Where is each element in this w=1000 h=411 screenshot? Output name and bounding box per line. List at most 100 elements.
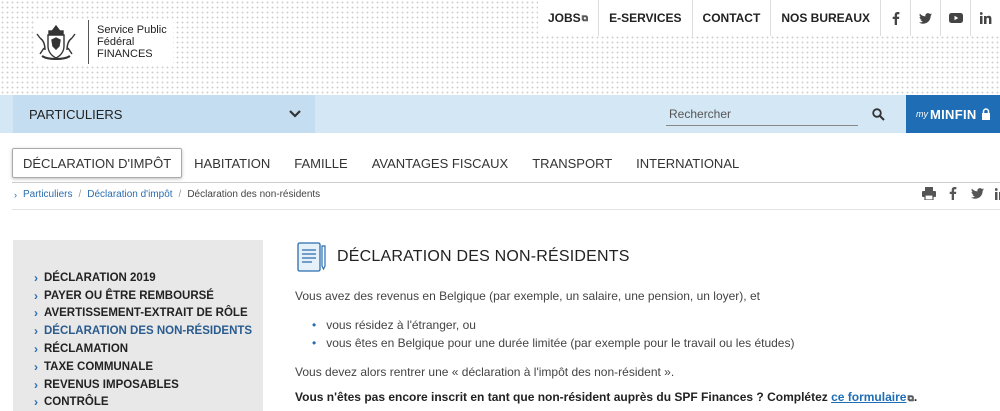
tab-label: AVANTAGES FISCAUX [371,155,509,171]
site-header: Service Public Fédéral FINANCES JOBS ⧉ E… [0,0,1000,95]
breadcrumb: › Particuliers / Déclaration d'impôt / D… [14,189,320,200]
topnav-label: JOBS [547,11,581,25]
breadcrumb-link-declaration[interactable]: Déclaration d'impôt [87,189,172,200]
logo-line: FINANCES [97,48,153,60]
chevron-right-icon: › [34,359,38,374]
myminfin-prefix: my [916,109,928,119]
list-item: • vous êtes en Belgique pour une durée li… [312,334,794,352]
belgian-crest-icon [36,24,76,60]
sidebar-item-controle[interactable]: › CONTRÔLE [13,394,263,411]
myminfin-button[interactable]: my MINFIN [906,95,1000,133]
chevron-right-icon: › [34,270,38,285]
list-item: • vous résidez à l'étranger, ou [312,316,794,334]
sidebar-item-non-residents[interactable]: › DÉCLARATION DES NON-RÉSIDENTS [13,322,263,340]
youtube-icon[interactable] [940,0,970,36]
chevron-right-icon: › [34,306,38,321]
sidebar-item-label: CONTRÔLE [44,396,109,409]
tab-label: TRANSPORT [532,155,613,171]
topnav-contact[interactable]: CONTACT [691,0,771,36]
spf-finances-logo[interactable]: Service Public Fédéral FINANCES [34,20,173,64]
sidebar-item-label: RÉCLAMATION [44,343,129,356]
search-icon[interactable] [872,108,885,126]
sidebar-item-label: DÉCLARATION 2019 [44,271,156,284]
form-link[interactable]: ce formulaire [831,390,906,404]
registration-callout: Vous n'êtes pas encore inscrit en tant q… [295,390,917,404]
callout-end: . [913,390,918,404]
page-heading: DÉCLARATION DES NON-RÉSIDENTS [337,248,630,265]
facebook-share-icon[interactable] [941,187,965,200]
topnav-nos-bureaux[interactable]: NOS BUREAUX [770,0,880,36]
audience-search-bar: PARTICULIERS Rechercher [0,95,1000,133]
tab-label: DÉCLARATION D'IMPÔT [23,155,172,171]
topnav-label: E-SERVICES [609,11,682,25]
logo-line: Service Public [97,24,167,36]
tab-declaration-impot[interactable]: DÉCLARATION D'IMPÔT [12,148,183,178]
tab-international[interactable]: INTERNATIONAL [624,148,751,178]
sidebar-item-label: PAYER OU ÊTRE REMBOURSÉ [44,289,214,302]
logo-line: Fédéral [97,36,135,48]
topnav-e-services[interactable]: E-SERVICES [598,0,691,36]
search-input[interactable]: Rechercher [666,102,858,126]
linkedin-icon[interactable] [970,0,1000,36]
tab-habitation[interactable]: HABITATION [182,148,282,178]
list-item-text: vous êtes en Belgique pour une durée lim… [326,336,795,350]
external-link-icon: ⧉ [581,12,589,23]
main-content: DÉCLARATION DES NON-RÉSIDENTS Vous avez … [295,240,995,404]
top-navigation: JOBS ⧉ E-SERVICES CONTACT NOS BUREAUX [537,0,1000,36]
social-links [880,0,1000,36]
chevron-right-icon: › [34,395,38,410]
sidebar-item-revenus-imposables[interactable]: › REVENUS IMPOSABLES [13,376,263,394]
breadcrumb-separator: / [78,189,82,200]
breadcrumb-link-particuliers[interactable]: Particuliers [23,189,72,200]
lock-icon [981,108,990,120]
topnav-label: NOS BUREAUX [781,11,870,25]
tab-label: FAMILLE [294,155,348,171]
intro-text: Vous avez des revenus en Belgique (par e… [295,289,760,303]
sidebar-item-declaration-2019[interactable]: › DÉCLARATION 2019 [13,269,263,287]
sidebar-item-label: DÉCLARATION DES NON-RÉSIDENTS [44,325,253,338]
sidebar-item-label: AVERTISSEMENT-EXTRAIT DE RÔLE [44,307,248,320]
print-icon[interactable] [917,187,941,200]
followup-text: Vous devez alors rentrer une « déclarati… [295,365,675,379]
myminfin-label: MINFIN [930,106,977,122]
bullet-icon: • [312,318,317,332]
tab-label: INTERNATIONAL [636,155,740,171]
bullet-icon: • [312,336,317,350]
breadcrumb-current: Déclaration des non-résidents [187,189,321,200]
twitter-icon[interactable] [910,0,940,36]
sidebar-item-label: TAXE COMMUNALE [44,360,154,373]
facebook-icon[interactable] [880,0,910,36]
breadcrumb-separator: / [178,189,182,200]
twitter-share-icon[interactable] [965,188,989,199]
sidebar-item-label: REVENUS IMPOSABLES [44,378,179,391]
sidebar-nav: › DÉCLARATION 2019 › PAYER OU ÊTRE REMBOUR… [13,240,263,411]
section-tabs: DÉCLARATION D'IMPÔT HABITATION FAMILLE A… [12,148,751,178]
logo-text: Service Public Fédéral FINANCES [97,24,167,60]
audience-selected-value: PARTICULIERS [29,106,123,122]
chevron-down-icon [289,110,301,118]
chevron-right-icon: › [34,377,38,392]
sidebar-item-payer-rembourse[interactable]: › PAYER OU ÊTRE REMBOURSÉ [13,287,263,305]
tab-transport[interactable]: TRANSPORT [520,148,624,178]
tab-label: HABITATION [194,155,271,171]
conditions-list: • vous résidez à l'étranger, ou • vous ête… [312,316,794,352]
chevron-right-icon: › [34,288,38,303]
list-item-text: vous résidez à l'étranger, ou [326,318,476,332]
tabs-divider [12,182,1000,183]
chevron-right-icon: › [14,189,17,200]
logo-divider [88,20,89,64]
page-tools [917,187,1000,200]
sidebar-item-reclamation[interactable]: › RÉCLAMATION [13,340,263,358]
topnav-label: CONTACT [702,11,761,25]
callout-text: Vous n'êtes pas encore inscrit en tant q… [295,390,832,404]
breadcrumb-divider [12,209,1000,210]
document-form-icon [297,242,326,272]
tab-avantages-fiscaux[interactable]: AVANTAGES FISCAUX [360,148,521,178]
tab-famille[interactable]: FAMILLE [282,148,359,178]
topnav-jobs[interactable]: JOBS ⧉ [538,0,598,36]
audience-select[interactable]: PARTICULIERS [13,95,315,133]
linkedin-share-icon[interactable] [989,187,1000,200]
sidebar-item-avertissement[interactable]: › AVERTISSEMENT-EXTRAIT DE RÔLE [13,305,263,323]
chevron-right-icon: › [34,324,38,339]
sidebar-item-taxe-communale[interactable]: › TAXE COMMUNALE [13,358,263,376]
